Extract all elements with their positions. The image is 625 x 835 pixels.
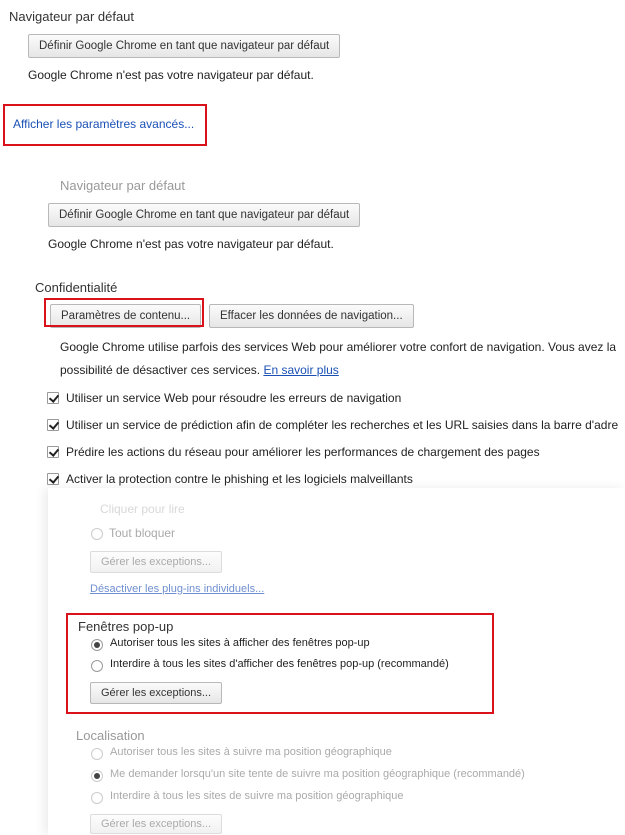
privacy-description-line1: Google Chrome utilise parfois des servic…: [60, 340, 617, 354]
allow-location-label: Autoriser tous les sites à suivre ma pos…: [110, 746, 392, 758]
plugins-manage-exceptions-button[interactable]: Gérer les exceptions...: [90, 551, 223, 573]
ask-location-label: Me demander lorsqu'un site tente de suiv…: [110, 768, 525, 780]
radio-block-all[interactable]: [91, 528, 103, 540]
highlight-advanced-link: [3, 104, 207, 146]
checkbox-phishing-protection[interactable]: [47, 473, 59, 485]
learn-more-link[interactable]: En savoir plus: [263, 363, 338, 377]
clear-browsing-data-button[interactable]: Effacer les données de navigation...: [209, 304, 414, 328]
set-default-browser-button-2[interactable]: Définir Google Chrome en tant que naviga…: [48, 203, 361, 227]
default-browser-status: Google Chrome n'est pas votre navigateur…: [28, 68, 314, 82]
option-prediction-service: Utiliser un service de prédiction afin d…: [66, 418, 619, 432]
location-heading: Localisation: [76, 728, 145, 743]
disable-plugins-link[interactable]: Désactiver les plug-ins individuels...: [90, 583, 264, 595]
checkbox-prediction-service[interactable]: [47, 419, 59, 431]
radio-allow-location[interactable]: [91, 748, 103, 760]
content-settings-panel: Cliquer pour lire Tout bloquer Gérer les…: [48, 488, 625, 835]
block-all-label: Tout bloquer: [109, 526, 176, 540]
radio-ask-location[interactable]: [91, 770, 103, 782]
block-location-label: Interdire à tous les sites de suivre ma …: [110, 790, 404, 802]
location-manage-exceptions-button[interactable]: Gérer les exceptions...: [90, 814, 223, 834]
default-browser-heading: Navigateur par défaut: [9, 9, 135, 24]
default-browser-status-2: Google Chrome n'est pas votre navigateur…: [48, 237, 334, 251]
option-navigation-errors: Utiliser un service Web pour résoudre le…: [66, 391, 402, 405]
option-phishing-protection: Activer la protection contre le phishing…: [66, 472, 413, 486]
option-network-prediction: Prédire les actions du réseau pour améli…: [66, 445, 540, 459]
plugins-faded-option: Cliquer pour lire: [100, 502, 185, 516]
set-default-browser-button[interactable]: Définir Google Chrome en tant que naviga…: [28, 34, 341, 58]
privacy-heading: Confidentialité: [35, 280, 118, 295]
privacy-description-line2: possibilité de désactiver ces services. …: [60, 363, 339, 377]
default-browser-heading-faded: Navigateur par défaut: [60, 178, 186, 193]
radio-block-location[interactable]: [91, 792, 103, 804]
highlight-popups-section: [66, 613, 494, 714]
checkbox-navigation-errors[interactable]: [47, 392, 59, 404]
highlight-content-settings: [44, 298, 204, 327]
checkbox-network-prediction[interactable]: [47, 446, 59, 458]
